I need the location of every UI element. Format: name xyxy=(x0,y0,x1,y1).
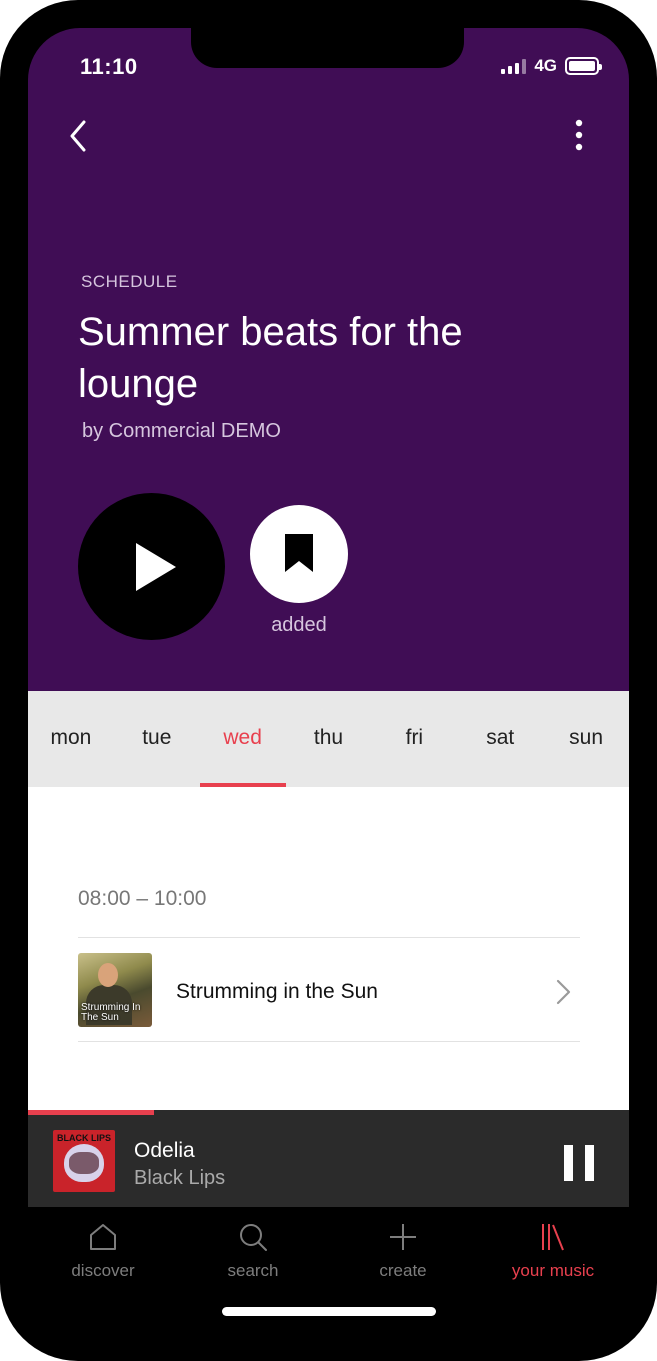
save-button[interactable] xyxy=(250,505,348,603)
more-options-button[interactable] xyxy=(566,116,592,156)
artwork-caption: BLACK LIPS xyxy=(57,1133,111,1143)
artwork-caption: Strumming In The Sun xyxy=(81,1002,141,1023)
device-frame: 11:10 4G SCHEDULE Summer beats for the l… xyxy=(0,0,657,1361)
plus-icon xyxy=(328,1219,478,1255)
tab-day-wed[interactable]: wed xyxy=(199,691,286,787)
save-status-label: added xyxy=(271,614,327,636)
now-playing-artist: Black Lips xyxy=(134,1167,226,1189)
mini-player[interactable]: BLACK LIPS Odelia Black Lips xyxy=(28,1115,629,1207)
tab-day-mon[interactable]: mon xyxy=(28,691,114,787)
app-screen: 11:10 4G SCHEDULE Summer beats for the l… xyxy=(28,28,629,1333)
tab-label: discover xyxy=(71,1261,135,1280)
cellular-signal-icon xyxy=(501,58,527,74)
tab-day-thu[interactable]: thu xyxy=(286,691,372,787)
now-playing-title: Odelia xyxy=(134,1139,195,1162)
time-slot-label: 08:00 – 10:00 xyxy=(78,887,207,910)
day-tabs: mon tue wed thu fri sat sun xyxy=(28,691,629,787)
pause-button[interactable] xyxy=(564,1145,594,1181)
home-icon xyxy=(28,1219,178,1255)
playlist-artwork: Strumming In The Sun xyxy=(78,953,152,1027)
more-vertical-icon xyxy=(575,119,583,151)
tab-day-sat[interactable]: sat xyxy=(457,691,543,787)
tab-day-sun[interactable]: sun xyxy=(543,691,629,787)
home-indicator xyxy=(222,1307,436,1316)
tab-label: your music xyxy=(511,1261,595,1280)
device-notch xyxy=(191,28,464,68)
library-icon xyxy=(478,1219,628,1255)
content-type-label: SCHEDULE xyxy=(81,272,178,291)
status-time: 11:10 xyxy=(80,54,138,79)
battery-icon xyxy=(565,57,602,75)
tab-discover[interactable]: discover xyxy=(28,1219,178,1281)
bookmark-icon xyxy=(285,534,313,572)
search-icon xyxy=(178,1219,328,1255)
status-indicators: 4G xyxy=(501,56,602,76)
network-type: 4G xyxy=(534,56,557,75)
schedule-item-title: Strumming in the Sun xyxy=(176,980,378,1003)
page-title: Summer beats for the lounge xyxy=(78,310,463,406)
schedule-list: 08:00 – 10:00 Strumming In The Sun Strum… xyxy=(28,787,629,1110)
tab-search[interactable]: search xyxy=(178,1219,328,1281)
tab-day-fri[interactable]: fri xyxy=(371,691,457,787)
play-icon xyxy=(136,543,176,591)
owner-byline: by Commercial DEMO xyxy=(82,420,281,442)
back-button[interactable] xyxy=(64,116,100,156)
chevron-right-icon xyxy=(554,978,572,1011)
schedule-item[interactable]: Strumming In The Sun Strumming in the Su… xyxy=(78,937,580,1042)
schedule-header: 11:10 4G SCHEDULE Summer beats for the l… xyxy=(28,28,629,691)
now-playing-artwork: BLACK LIPS xyxy=(53,1130,115,1192)
pause-icon xyxy=(564,1145,573,1181)
play-button[interactable] xyxy=(78,493,225,640)
chevron-left-icon xyxy=(70,120,86,152)
tab-label: search xyxy=(227,1261,279,1280)
tab-day-tue[interactable]: tue xyxy=(114,691,200,787)
tab-label: create xyxy=(379,1261,427,1280)
tab-your-music[interactable]: your music xyxy=(478,1219,628,1281)
tab-create[interactable]: create xyxy=(328,1219,478,1281)
